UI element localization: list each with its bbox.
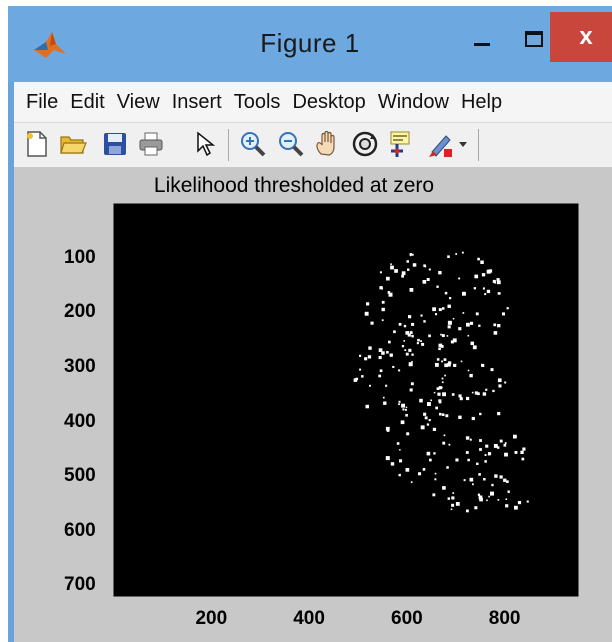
close-icon: x xyxy=(579,23,593,50)
menu-view[interactable]: View xyxy=(111,82,166,122)
minimize-icon xyxy=(474,43,490,46)
print-button[interactable] xyxy=(136,129,166,159)
y-tick-label: 300 xyxy=(64,356,96,377)
pan-button[interactable] xyxy=(312,129,342,159)
y-tick-label: 700 xyxy=(64,574,96,596)
figure-canvas: Likelihood thresholded at zero 100 200 300… xyxy=(14,168,612,642)
x-tick-label: 200 xyxy=(195,608,228,629)
x-tick-label: 600 xyxy=(391,608,423,629)
pointer-button[interactable] xyxy=(190,129,220,159)
rotate-3d-icon xyxy=(352,131,378,157)
data-cursor-button[interactable] xyxy=(386,129,416,159)
open-file-button[interactable] xyxy=(58,129,88,159)
figure-client: File Edit View Insert Tools Desktop Window Help xyxy=(14,82,612,642)
axes-plot[interactable] xyxy=(14,168,612,642)
menu-insert[interactable]: Insert xyxy=(166,82,228,122)
open-file-icon xyxy=(60,136,87,154)
zoom-in-icon xyxy=(241,132,266,157)
y-tick-label: 200 xyxy=(64,301,96,323)
save-icon xyxy=(104,133,126,155)
toolbar xyxy=(14,123,612,168)
save-button[interactable] xyxy=(100,129,130,159)
zoom-out-icon xyxy=(279,132,304,157)
y-tick-label: 600 xyxy=(64,519,96,541)
y-tick-label: 400 xyxy=(64,410,96,432)
pointer-icon xyxy=(197,131,216,157)
new-figure-button[interactable] xyxy=(22,129,52,159)
menu-bar: File Edit View Insert Tools Desktop Window Help xyxy=(14,82,612,123)
data-cursor-icon xyxy=(390,131,410,157)
menu-edit[interactable]: Edit xyxy=(64,82,110,122)
title-bar[interactable]: Figure 1 x xyxy=(8,6,612,82)
menu-window[interactable]: Window xyxy=(372,82,455,122)
brush-icon xyxy=(429,135,452,157)
new-figure-icon xyxy=(27,131,47,157)
y-tick-label: 500 xyxy=(64,465,96,487)
x-tick-label: 800 xyxy=(488,608,521,629)
maximize-icon xyxy=(525,31,543,47)
dropdown-arrow-icon xyxy=(459,142,467,147)
x-tick-label: 400 xyxy=(293,608,325,629)
rotate-3d-button[interactable] xyxy=(350,129,380,159)
brush-button[interactable] xyxy=(426,129,456,159)
menu-help[interactable]: Help xyxy=(455,82,508,122)
figure-window: Figure 1 x File Edit View Insert Tools Deskto… xyxy=(8,6,612,642)
zoom-in-button[interactable] xyxy=(238,129,268,159)
pan-hand-icon xyxy=(316,130,335,156)
minimize-button[interactable] xyxy=(456,20,508,60)
menu-file[interactable]: File xyxy=(14,82,64,122)
menu-tools[interactable]: Tools xyxy=(228,82,287,122)
image-background xyxy=(114,204,578,596)
y-tick-label: 100 xyxy=(64,246,96,268)
menu-desktop[interactable]: Desktop xyxy=(286,82,371,122)
toolbar-separator xyxy=(228,129,229,161)
toolbar-separator xyxy=(478,129,479,161)
print-icon xyxy=(139,132,163,156)
zoom-out-button[interactable] xyxy=(276,129,306,159)
brush-dropdown-button[interactable] xyxy=(454,129,472,159)
close-button[interactable]: x xyxy=(550,12,612,62)
